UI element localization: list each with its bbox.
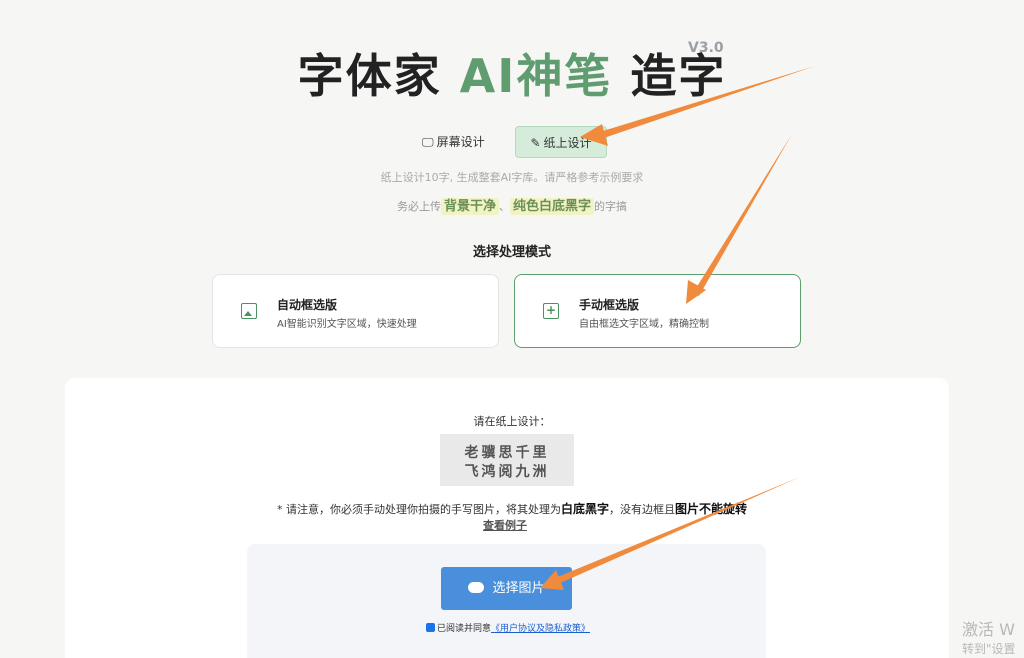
chars-row-2: 飞鸿阅九洲 <box>464 464 550 480</box>
card-title: 自动框选版 <box>277 298 338 312</box>
tab-paper-design[interactable]: ✎ 纸上设计 <box>515 126 607 158</box>
tab-label: 纸上设计 <box>543 136 592 150</box>
activation-watermark-sub: 转到"设置 <box>962 642 1016 656</box>
intro-text: 的字搞 <box>594 200 628 213</box>
activation-watermark: 激活 W <box>962 620 1015 639</box>
notice-part: * 请注意，你必须手动处理你拍摄的手写图片，将其处理为 <box>276 503 561 516</box>
notice-bold: 图片不能旋转 <box>675 502 748 516</box>
intro-text: 务必上传 <box>396 200 441 213</box>
upload-button-label: 选择图片 <box>492 581 545 596</box>
card-title: 手动框选版 <box>579 298 640 312</box>
chars-row-1: 老骥思千里 <box>464 445 550 461</box>
version-badge: V3.0 <box>688 40 724 56</box>
title-ai: AI神笔 <box>459 49 613 103</box>
auto-select-mode-card[interactable]: 自动框选版 AI智能识别文字区域，快速处理 <box>212 274 499 348</box>
mode-section-title: 选择处理模式 <box>472 245 551 260</box>
agree-checkbox[interactable] <box>426 623 435 632</box>
agree-text: 已阅读并同意 <box>437 624 492 634</box>
agreement-row: 已阅读并同意《用户协议及隐私政策》 <box>426 621 590 634</box>
tab-label: 屏幕设计 <box>436 135 485 149</box>
notice-part: ，没有边框且 <box>609 503 675 516</box>
intro-sep: 、 <box>499 200 510 213</box>
page-title: 字体家 AI神笔 造字 <box>0 40 1024 106</box>
notice-text: * 请注意，你必须手动处理你拍摄的手写图片，将其处理为白底黑字，没有边框且图片不… <box>0 500 1024 517</box>
title-brand: 字体家 <box>297 49 460 103</box>
plus-square-icon: + <box>543 303 559 319</box>
card-subtitle: 自由框选文字区域，精确控制 <box>579 319 709 330</box>
view-example-link[interactable]: 查看例子 <box>483 517 527 533</box>
monitor-icon: 🖵 <box>422 135 434 149</box>
title-suffix: 造字 <box>612 49 727 103</box>
tab-screen-design[interactable]: 🖵 屏幕设计 <box>410 126 497 158</box>
manual-select-mode-card[interactable]: + 手动框选版 自由框选文字区域，精确控制 <box>514 274 801 348</box>
highlight-black-on-white: 纯色白底黑字 <box>510 198 595 215</box>
sample-characters: 老骥思千里 飞鸿阅九洲 <box>440 434 574 486</box>
notice-bold: 白底黑字 <box>560 502 609 516</box>
design-mode-tabs: 🖵 屏幕设计 ✎ 纸上设计 <box>0 126 1024 158</box>
intro-line1: 纸上设计10字, 生成整套AI字库。请严格参考示例要求 <box>380 171 644 184</box>
highlight-clean-bg: 背景干净 <box>440 198 499 215</box>
card-subtitle: AI智能识别文字区域，快速处理 <box>277 319 417 330</box>
design-prompt-label: 请在纸上设计： <box>473 415 551 428</box>
intro-line2: 务必上传 背景干净、纯色白底黑字 的字搞 <box>0 195 1024 215</box>
arrow-to-manual-card <box>693 134 792 296</box>
pencil-icon: ✎ <box>530 136 541 150</box>
policy-link[interactable]: 《用户协议及隐私政策》 <box>491 624 590 634</box>
choose-image-button[interactable]: 选择图片 <box>441 567 572 622</box>
cloud-upload-icon <box>468 579 485 622</box>
image-icon <box>241 303 257 319</box>
